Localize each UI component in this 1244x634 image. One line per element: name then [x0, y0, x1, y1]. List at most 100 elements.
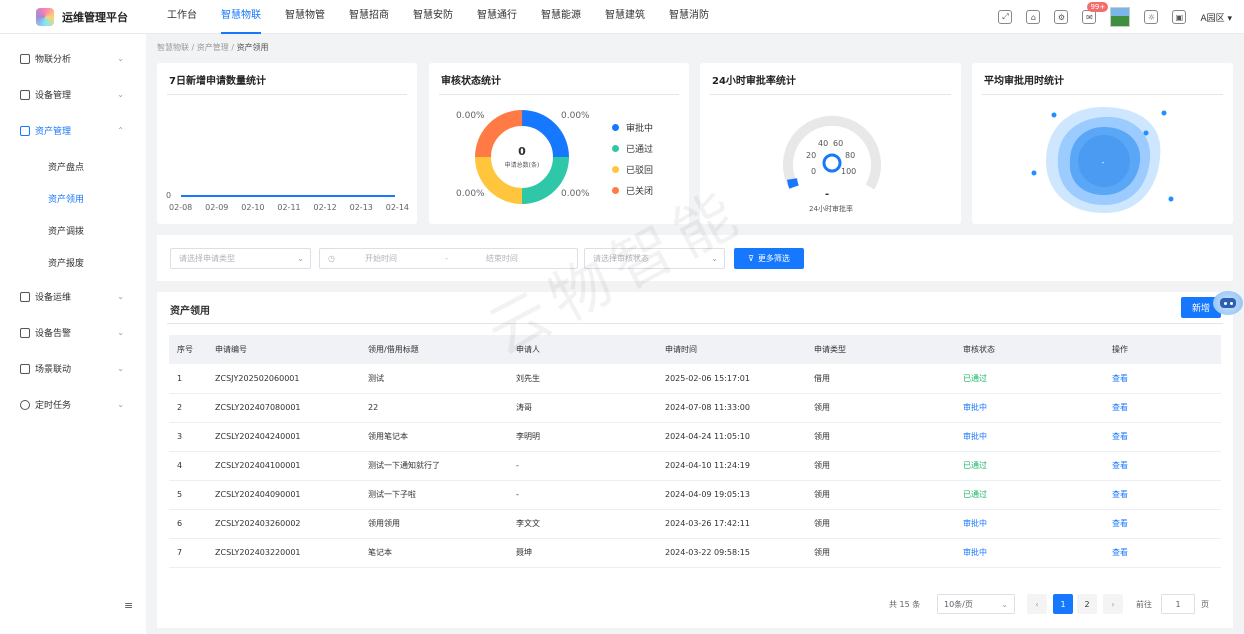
next-page-button[interactable]: ›	[1103, 594, 1123, 614]
requisition-table: 序号 申请编号 领用/借用标题 申请人 申请时间 申请类型 审核状态 操作 1 ZCSJY202…	[169, 335, 1221, 578]
cell-time: 2024-04-10 11:24:19	[657, 451, 806, 481]
cell-no: 1	[169, 364, 207, 394]
cell-type: 领用	[806, 451, 955, 481]
topnav-item[interactable]: 智慧物管	[285, 0, 325, 34]
top-bar: 运维管理平台 工作台 智慧物联 智慧物管 智慧招商 智慧安防 智慧通行 智慧能源 智慧建筑 智慧…	[0, 0, 1244, 34]
sidebar: 物联分析 ⌄ 设备管理 ⌄ 资产管理 ⌃ 资产盘点 资产领用 资产调拨 资产报废 设备…	[0, 34, 146, 634]
sidebar-item-device-ops[interactable]: 设备运维 ⌄	[20, 290, 130, 303]
breadcrumb-item[interactable]: 智慧物联	[157, 43, 189, 52]
legend-dot	[612, 187, 619, 194]
view-link[interactable]: 查看	[1104, 480, 1221, 510]
card-title: 24小时审批率统计	[712, 76, 796, 87]
legend-item-pending[interactable]: 审批中	[612, 121, 653, 134]
topnav-item[interactable]: 智慧物联	[221, 0, 261, 34]
area-selector[interactable]: A园区 ▾	[1200, 11, 1232, 24]
request-type-select[interactable]: 请选择申请类型 ⌄	[170, 248, 311, 269]
mail-icon[interactable]: ✉ 99+	[1082, 2, 1109, 24]
view-link[interactable]: 查看	[1104, 364, 1221, 394]
approval-rate-card: 24小时审批率统计 0 20 40 60 80 100 - 24小时审批率	[700, 63, 961, 224]
view-link[interactable]: 查看	[1104, 538, 1221, 568]
legend-dot	[612, 166, 619, 173]
asset-requisition-card: 资产领用 新增 序号 申请编号 领用/借用标题 申请人 申请时间 申请类型 审核状态 操作 1…	[157, 292, 1233, 628]
topnav-item[interactable]: 工作台	[167, 0, 197, 34]
new-requests-card: 7日新增申请数量统计 0 02-08 02-09 02-10 02-11 02-12 02…	[157, 63, 417, 224]
topnav-item[interactable]: 智慧通行	[477, 0, 517, 34]
more-filter-button[interactable]: ⊽ 更多筛选	[734, 248, 804, 269]
legend-dot	[612, 145, 619, 152]
donut-center-label: 申请总数(条)	[504, 162, 540, 169]
cell-applicant: 刘先生	[508, 364, 657, 394]
percent-label: 0.00%	[456, 111, 485, 121]
gauge-pointer	[822, 153, 842, 173]
view-link[interactable]: 查看	[1104, 451, 1221, 481]
sidebar-subitem-asset-transfer[interactable]: 资产调拨	[48, 224, 84, 237]
scatter-dot	[1161, 110, 1167, 116]
end-date-input[interactable]: 结束时间	[486, 253, 518, 264]
column-header: 操作	[1104, 335, 1221, 364]
home-icon[interactable]: ⌂	[1026, 10, 1041, 24]
cell-status: 审批中	[955, 509, 1104, 539]
topnav-item[interactable]: 智慧消防	[669, 0, 709, 34]
assistant-robot-icon[interactable]	[1213, 291, 1243, 315]
topnav-item[interactable]: 智慧招商	[349, 0, 389, 34]
sidebar-item-asset-management[interactable]: 资产管理 ⌃	[20, 124, 130, 137]
legend-label: 已驳回	[626, 166, 654, 176]
table-header-row: 序号 申请编号 领用/借用标题 申请人 申请时间 申请类型 审核状态 操作	[169, 335, 1221, 364]
topnav-item[interactable]: 智慧能源	[541, 0, 581, 34]
cell-type: 领用	[806, 509, 955, 539]
collapse-menu-icon[interactable]: ≡	[124, 599, 133, 612]
sidebar-subitem-asset-inventory[interactable]: 资产盘点	[48, 160, 84, 173]
sidebar-item-scheduled-tasks[interactable]: 定时任务 ⌄	[20, 398, 130, 411]
sidebar-subitem-asset-scrap[interactable]: 资产报废	[48, 256, 84, 269]
cell-no: 7	[169, 538, 207, 568]
view-link[interactable]: 查看	[1104, 509, 1221, 539]
view-link[interactable]: 查看	[1104, 393, 1221, 423]
settings-icon[interactable]: ⚙	[1054, 10, 1069, 24]
cell-title: 领用领用	[360, 509, 508, 539]
gauge-fill	[787, 178, 799, 189]
topnav-item[interactable]: 智慧安防	[413, 0, 453, 34]
cell-type: 领用	[806, 422, 955, 452]
app-logo: 运维管理平台	[0, 7, 150, 26]
avatar[interactable]	[1110, 7, 1131, 27]
legend-item-approved[interactable]: 已通过	[612, 142, 653, 155]
scatter-dot	[1168, 196, 1174, 202]
breadcrumb-item[interactable]: 资产管理	[197, 43, 229, 52]
x-tick-label: 02-12	[313, 203, 337, 212]
sidebar-item-device-alarm[interactable]: 设备告警 ⌄	[20, 326, 130, 339]
legend-item-closed[interactable]: 已关闭	[612, 184, 653, 197]
gauge-caption: 24小时审批率	[809, 205, 853, 213]
cell-type: 领用	[806, 480, 955, 510]
pagination: 共 15 条 10条/页 ⌄ ‹ 1 2 › 前往 1 页	[877, 594, 1221, 614]
cell-applicant: 李明明	[508, 422, 657, 452]
goto-page-input[interactable]: 1	[1161, 594, 1195, 614]
sidebar-item-device-management[interactable]: 设备管理 ⌄	[20, 88, 130, 101]
page-number[interactable]: 1	[1053, 594, 1073, 614]
sidebar-subitem-asset-requisition[interactable]: 资产领用	[48, 192, 84, 205]
prev-page-button[interactable]: ‹	[1027, 594, 1047, 614]
screen-icon[interactable]: ▣	[1172, 10, 1187, 24]
mail-badge: 99+	[1087, 2, 1109, 12]
sidebar-item-scene-linkage[interactable]: 场景联动 ⌄	[20, 362, 130, 375]
view-link[interactable]: 查看	[1104, 422, 1221, 452]
page-number[interactable]: 2	[1077, 594, 1097, 614]
gauge-tick: 0	[811, 167, 817, 176]
x-tick-label: 02-11	[277, 203, 301, 212]
cell-status: 审批中	[955, 393, 1104, 423]
topnav-item[interactable]: 智慧建筑	[605, 0, 645, 34]
theme-icon[interactable]: ☼	[1144, 10, 1159, 24]
start-date-input[interactable]: 开始时间	[365, 253, 425, 264]
app-title: 运维管理平台	[62, 10, 128, 24]
x-tick-label: 02-14	[385, 203, 409, 212]
chevron-down-icon: ⌄	[117, 400, 124, 409]
page-size-select[interactable]: 10条/页 ⌄	[937, 594, 1015, 614]
percent-label: 0.00%	[561, 111, 590, 121]
cell-status: 已通过	[955, 480, 1104, 510]
sidebar-item-iot-analysis[interactable]: 物联分析 ⌄	[20, 52, 130, 65]
gauge-tick: 40	[818, 139, 829, 148]
table-row: 6 ZCSLY202403260002 领用领用 李文文 2024-03-26 17:4…	[169, 509, 1221, 539]
cell-time: 2024-04-09 19:05:13	[657, 480, 806, 510]
fullscreen-icon[interactable]: ⤢	[998, 10, 1013, 24]
legend-item-rejected[interactable]: 已驳回	[612, 163, 653, 176]
sidebar-item-label: 场景联动	[35, 365, 72, 375]
